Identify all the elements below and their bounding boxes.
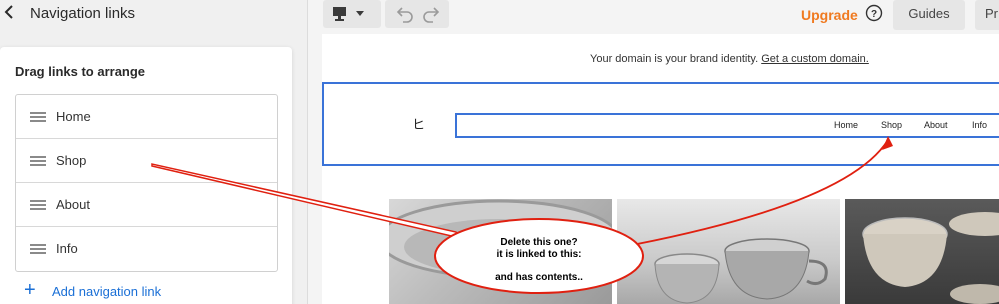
custom-domain-link[interactable]: Get a custom domain. [761,53,869,65]
drag-handle-icon[interactable] [30,244,46,254]
undo-icon[interactable] [393,5,415,23]
truncated-toolbar-button[interactable]: Pr [975,0,999,30]
svg-text:?: ? [871,9,877,20]
guides-button[interactable]: Guides [893,0,965,30]
device-selector-button[interactable] [323,0,381,28]
panel-title: Navigation links [30,5,136,22]
nav-item-shop[interactable]: Shop [881,120,902,130]
domain-banner: Your domain is your brand identity. Get … [322,34,999,82]
nav-item-home[interactable]: Home [834,120,858,130]
plus-icon: + [24,279,36,301]
drag-handle-icon[interactable] [30,156,46,166]
redo-icon[interactable] [421,5,443,23]
add-link-label: Add navigation link [52,284,162,299]
domain-banner-text: Your domain is your brand identity. Get … [590,53,869,65]
gallery-image-ceramic-bowl[interactable] [389,199,612,304]
caret-down-icon [356,11,364,16]
site-preview: Your domain is your brand identity. Get … [322,34,999,304]
link-row-info[interactable]: Info [16,227,277,271]
nav-item-info[interactable]: Info [972,120,987,130]
editor-toolbar: Upgrade ? Guides Pr [309,0,999,34]
site-header-selected[interactable]: ヒ Home Shop About Info [322,82,999,166]
back-arrow-icon[interactable] [2,3,16,21]
site-logo[interactable]: ヒ [412,114,425,133]
card-heading: Drag links to arrange [15,64,146,79]
nav-item-about[interactable]: About [924,120,948,130]
gallery-image-dark-bowls[interactable] [845,199,999,304]
link-label: Shop [56,153,87,168]
navigation-links-panel: Navigation links Drag links to arrange H… [0,0,308,304]
link-label: Home [56,109,91,124]
upgrade-link[interactable]: Upgrade [801,7,858,23]
desktop-icon [333,7,364,21]
help-icon[interactable]: ? [865,4,883,22]
link-row-shop[interactable]: Shop [16,139,277,183]
link-row-about[interactable]: About [16,183,277,227]
links-card: Drag links to arrange Home Shop About In… [0,47,292,304]
drag-handle-icon[interactable] [30,200,46,210]
link-row-home[interactable]: Home [16,95,277,139]
site-navigation-selected[interactable]: Home Shop About Info [455,113,999,138]
gallery-image-ceramic-cups[interactable] [617,199,840,304]
panel-header: Navigation links [0,0,308,30]
drag-handle-icon[interactable] [30,112,46,122]
links-list: Home Shop About Info [15,94,278,272]
link-label: Info [56,241,78,256]
link-label: About [56,197,90,212]
domain-message: Your domain is your brand identity. [590,53,759,65]
history-buttons [385,0,449,28]
